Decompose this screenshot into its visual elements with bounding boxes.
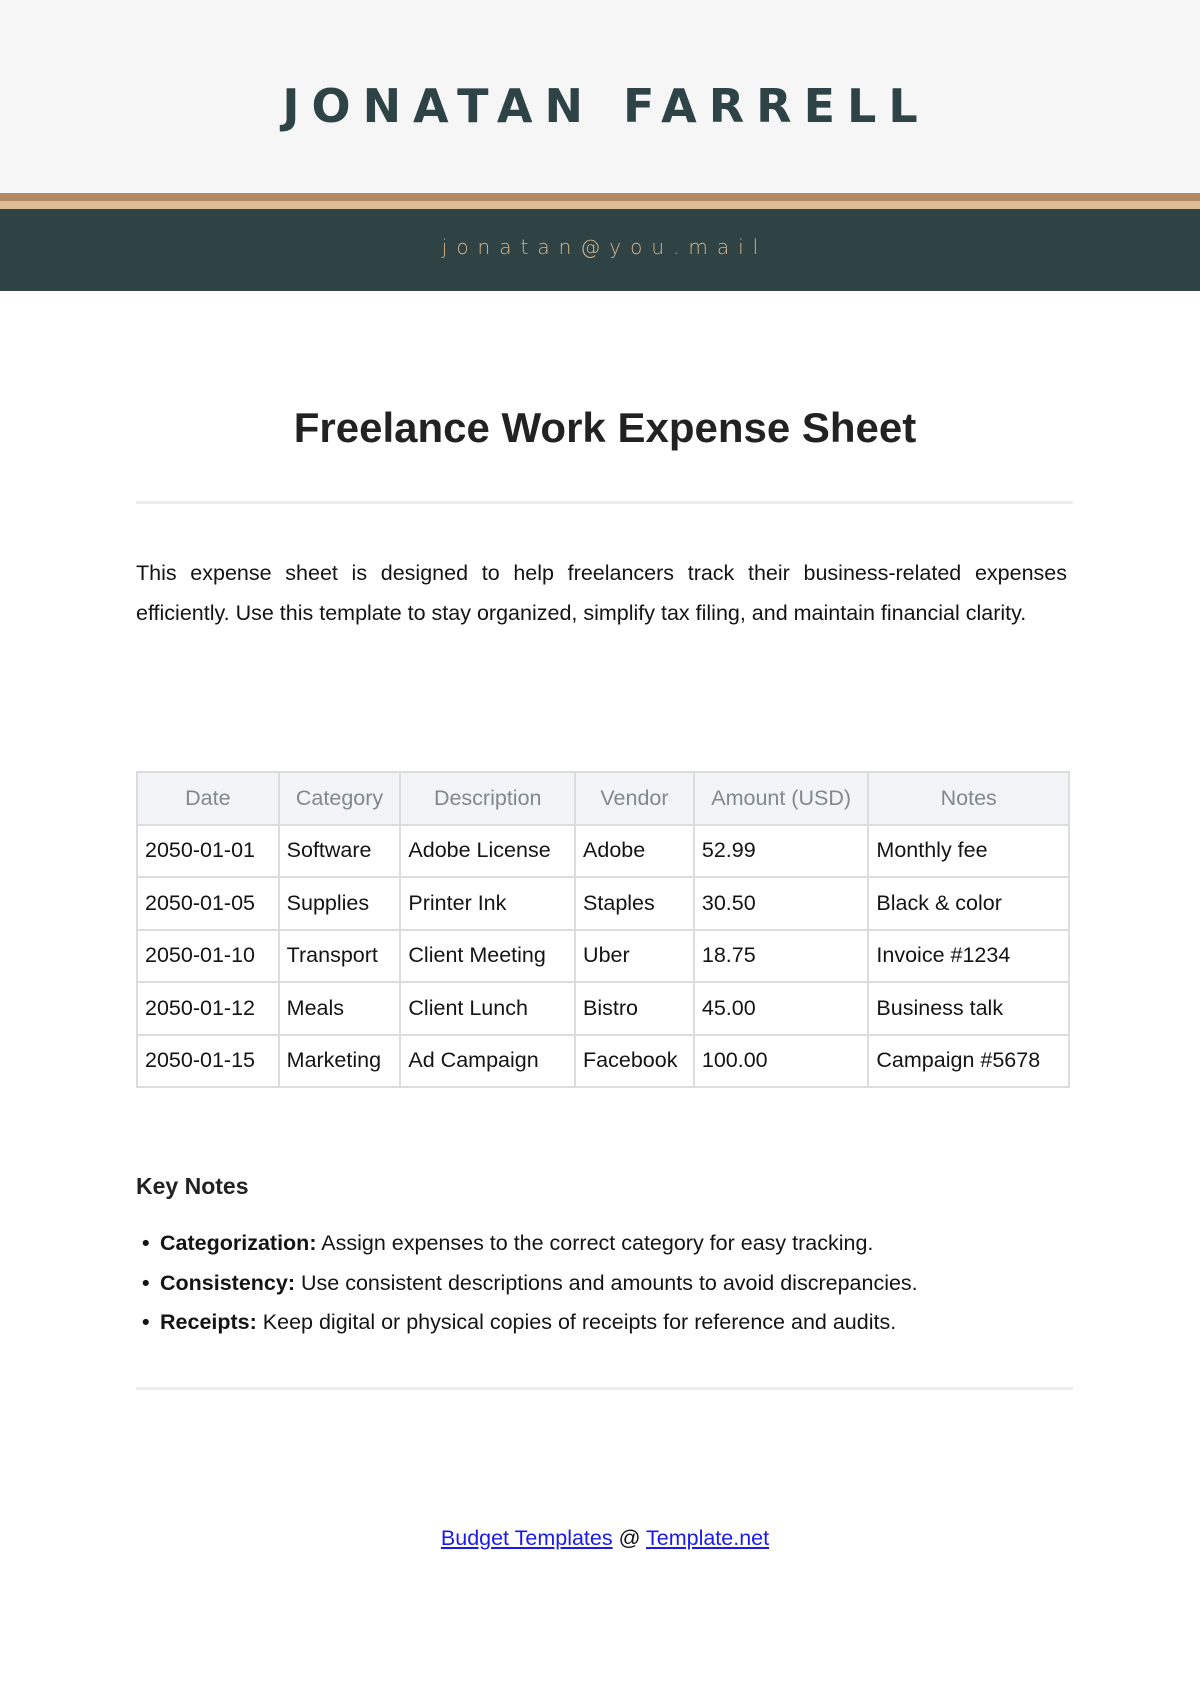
- cell-description: Printer Ink: [399, 876, 577, 931]
- table-row: 2050-01-05 Supplies Printer Ink Staples …: [136, 876, 1070, 931]
- title-divider: [136, 501, 1073, 504]
- cell-category: Meals: [277, 981, 402, 1036]
- cell-amount: 45.00: [692, 981, 870, 1036]
- cell-notes: Black & color: [867, 876, 1070, 931]
- cell-category: Supplies: [277, 876, 402, 931]
- cell-category: Transport: [277, 928, 402, 983]
- cell-date: 2050-01-05: [136, 876, 280, 931]
- note-term: Categorization:: [160, 1231, 317, 1255]
- note-text: Assign expenses to the correct category …: [316, 1231, 874, 1255]
- table-row: 2050-01-10 Transport Client Meeting Uber…: [136, 928, 1070, 983]
- cell-amount: 52.99: [692, 823, 870, 878]
- note-term: Consistency:: [160, 1270, 296, 1295]
- cell-description: Ad Campaign: [399, 1033, 577, 1088]
- cell-amount: 30.50: [692, 876, 870, 931]
- budget-templates-link[interactable]: Budget Templates: [441, 1526, 613, 1550]
- cell-vendor: Uber: [574, 928, 695, 983]
- table-row: 2050-01-15 Marketing Ad Campaign Faceboo…: [136, 1033, 1070, 1088]
- key-notes-heading: Key Notes: [136, 1173, 249, 1199]
- person-name: JONATAN FARRELL: [282, 79, 930, 133]
- cell-category: Software: [277, 823, 402, 878]
- note-text: Use consistent descriptions and amounts …: [295, 1270, 918, 1295]
- document-title: Freelance Work Expense Sheet: [293, 404, 917, 451]
- list-item: • Consistency: Use consistent description…: [142, 1264, 918, 1304]
- list-item: • Categorization: Assign expenses to the …: [142, 1224, 918, 1264]
- expense-table: Date Category Description Vendor Amount …: [136, 771, 1070, 1088]
- table-header-row: Date Category Description Vendor Amount …: [136, 771, 1070, 826]
- cell-notes: Business talk: [867, 981, 1070, 1036]
- accent-stripe-light: [0, 201, 1200, 209]
- cell-vendor: Bistro: [574, 981, 695, 1036]
- cell-category: Marketing: [277, 1033, 402, 1088]
- cell-amount: 18.75: [692, 928, 870, 983]
- column-header-date: Date: [136, 771, 280, 826]
- intro-paragraph: This expense sheet is designed to help f…: [136, 561, 1067, 625]
- cell-description: Client Meeting: [399, 928, 577, 983]
- key-notes-list: • Categorization: Assign expenses to the …: [142, 1224, 918, 1343]
- cell-date: 2050-01-15: [136, 1033, 280, 1088]
- cell-description: Adobe License: [399, 823, 577, 878]
- note-text: Keep digital or physical copies of recei…: [256, 1310, 897, 1334]
- footer-separator: @: [612, 1526, 646, 1550]
- footer-divider: [136, 1387, 1073, 1390]
- cell-date: 2050-01-12: [136, 981, 280, 1036]
- contact-email: jonatan@you.mail: [441, 235, 768, 259]
- list-item: • Receipts: Keep digital or physical copi…: [142, 1303, 918, 1343]
- template-net-link[interactable]: Template.net: [646, 1526, 769, 1550]
- bullet-icon: •: [142, 1310, 150, 1334]
- bullet-icon: •: [142, 1231, 150, 1255]
- column-header-notes: Notes: [867, 771, 1070, 826]
- column-header-vendor: Vendor: [574, 771, 695, 826]
- cell-amount: 100.00: [692, 1033, 870, 1088]
- table-row: 2050-01-12 Meals Client Lunch Bistro 45.…: [136, 981, 1070, 1036]
- column-header-category: Category: [277, 771, 402, 826]
- table-row: 2050-01-01 Software Adobe License Adobe …: [136, 823, 1070, 878]
- cell-notes: Monthly fee: [867, 823, 1070, 878]
- cell-notes: Campaign #5678: [867, 1033, 1070, 1088]
- accent-stripe-dark: [0, 193, 1200, 201]
- cell-vendor: Staples: [574, 876, 695, 931]
- cell-notes: Invoice #1234: [867, 928, 1070, 983]
- cell-date: 2050-01-01: [136, 823, 280, 878]
- bullet-icon: •: [142, 1270, 150, 1295]
- cell-vendor: Facebook: [574, 1033, 695, 1088]
- cell-vendor: Adobe: [574, 823, 695, 878]
- cell-date: 2050-01-10: [136, 928, 280, 983]
- column-header-amount: Amount (USD): [692, 771, 870, 826]
- cell-description: Client Lunch: [399, 981, 577, 1036]
- note-term: Receipts:: [160, 1310, 257, 1334]
- footer-credit: Budget Templates @ Template.net: [0, 1522, 1200, 1554]
- column-header-description: Description: [399, 771, 577, 826]
